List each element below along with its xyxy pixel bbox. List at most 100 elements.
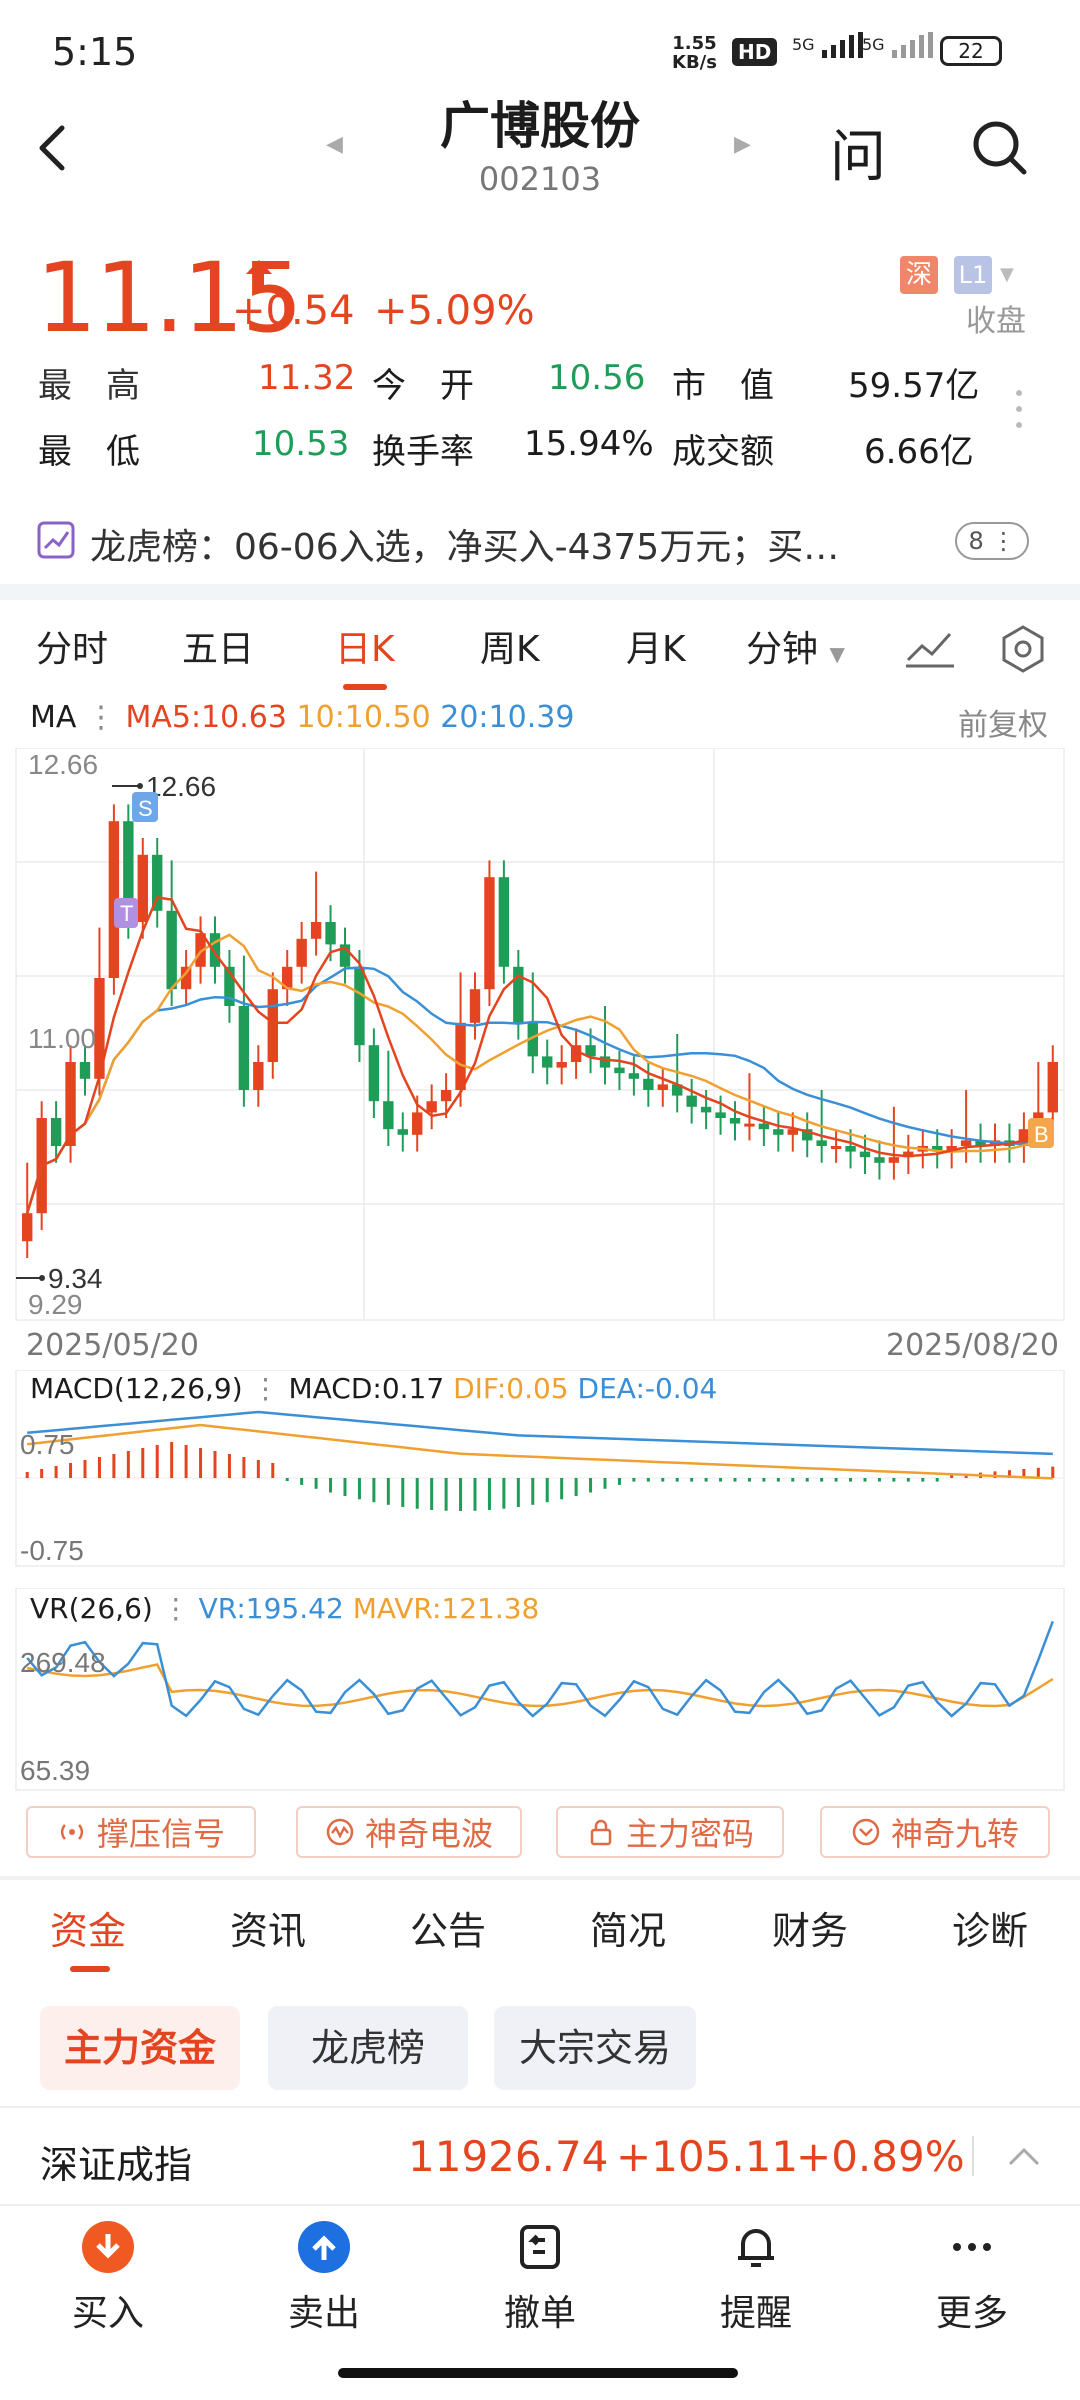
vr-value: VR:195.42 — [198, 1592, 344, 1625]
macd-bar — [863, 1478, 867, 1482]
market-status: 收盘 — [966, 304, 1026, 339]
ma-legend[interactable]: MA ⋮ MA5:10.63 10:10.50 20:10.39 — [30, 700, 574, 735]
candle-body — [484, 877, 495, 990]
stock-name: 广博股份 — [440, 97, 640, 155]
chip-block-trade[interactable]: 大宗交易 — [494, 2006, 696, 2090]
chip-main-funds[interactable]: 主力资金 — [40, 2006, 240, 2090]
macd-bar — [791, 1478, 795, 1482]
tab-announcements[interactable]: 公告 — [410, 1900, 486, 1955]
max-marker: 12.66 — [112, 771, 216, 802]
tab-intraday[interactable]: 分时 — [36, 620, 108, 672]
macd-bar — [545, 1478, 549, 1503]
tab-diagnosis[interactable]: 诊断 — [952, 1900, 1028, 1955]
stat-amount: 6.66亿 — [864, 432, 974, 472]
y-label-top: 12.66 — [28, 749, 98, 780]
min-marker-label: 9.34 — [48, 1263, 103, 1294]
chevron-up-icon[interactable] — [1004, 2142, 1044, 2172]
buy-button[interactable]: 买入 — [38, 2220, 178, 2336]
chip-dragon-tiger[interactable]: 龙虎榜 — [268, 2006, 468, 2090]
macd-bar — [935, 1478, 939, 1482]
macd-legend[interactable]: MACD(12,26,9) ⋮ MACD:0.17 DIF:0.05 DEA:-… — [30, 1372, 717, 1405]
candle-body — [960, 1140, 972, 1146]
magic-nine-button[interactable]: 神奇九转 — [820, 1806, 1050, 1858]
sell-button[interactable]: 卖出 — [254, 2220, 394, 2336]
more-stats-icon[interactable] — [1016, 390, 1024, 438]
macd-bar — [646, 1478, 650, 1482]
macd-bar — [473, 1478, 477, 1511]
macd-bar — [877, 1478, 881, 1482]
support-pressure-signal-button[interactable]: 撑压信号 — [26, 1806, 256, 1858]
dragon-tiger-count-value: 8 — [968, 527, 984, 555]
macd-bar — [155, 1445, 159, 1478]
stat-mktcap: 59.57亿 — [848, 366, 980, 406]
candle-body — [643, 1078, 654, 1090]
adjust-mode-button[interactable]: 前复权 — [958, 700, 1048, 744]
macd-y-top: 0.75 — [20, 1429, 75, 1460]
indicator-label: 神奇电波 — [364, 1815, 493, 1853]
tab-financials[interactable]: 财务 — [772, 1900, 848, 1955]
indicator-label: 主力密码 — [625, 1815, 754, 1853]
divider — [972, 2136, 974, 2176]
macd-bar — [40, 1469, 44, 1478]
kline-chart[interactable]: 12.66 11.00 9.29 12.66 9.34 S T B — [14, 748, 1066, 1324]
stat-open-label: 今 开 — [372, 366, 474, 406]
macd-bar — [54, 1466, 58, 1478]
macd-bar — [256, 1460, 260, 1478]
macd-bar — [516, 1478, 520, 1507]
candle-body — [397, 1129, 408, 1135]
level-badge[interactable]: L1 — [954, 256, 992, 294]
signal-icon-2: 5G — [862, 32, 934, 58]
price-change: +0.54 — [232, 288, 355, 334]
candle-body — [440, 1090, 452, 1102]
macd-bar — [300, 1478, 304, 1485]
candle-body — [773, 1129, 784, 1135]
draw-line-icon[interactable] — [904, 624, 956, 670]
tab-profile[interactable]: 简况 — [590, 1900, 666, 1955]
tab-monthly-k[interactable]: 月K — [626, 620, 686, 672]
macd-bar — [690, 1478, 694, 1482]
tab-minute[interactable]: 分钟 ▼ — [746, 620, 845, 672]
chart-settings-icon[interactable] — [998, 624, 1048, 674]
tab-weekly-k[interactable]: 周K — [480, 620, 540, 672]
alert-button[interactable]: 提醒 — [686, 2220, 826, 2336]
search-icon[interactable] — [970, 118, 1030, 178]
trend-chart-icon — [37, 521, 75, 559]
magic-wave-button[interactable]: 神奇电波 — [296, 1806, 522, 1858]
vr-legend[interactable]: VR(26,6) ⋮ VR:195.42 MAVR:121.38 — [30, 1592, 539, 1625]
index-pct: +0.89% — [796, 2132, 965, 2181]
indicator-label: 撑压信号 — [96, 1815, 225, 1853]
level-dropdown-icon[interactable]: ▼ — [1000, 264, 1014, 285]
tab-five-day[interactable]: 五日 — [182, 620, 254, 672]
dragon-tiger-banner[interactable]: 龙虎榜：06-06入选，净买入-4375万元；买… 8 ⋮ — [0, 510, 1080, 580]
candle-body — [368, 1045, 380, 1102]
next-stock-arrow-icon[interactable]: ▶ — [734, 132, 751, 157]
main-force-code-button[interactable]: 主力密码 — [556, 1806, 784, 1858]
candle-body — [657, 1084, 668, 1090]
candle-body — [859, 1151, 871, 1158]
home-indicator[interactable] — [338, 2368, 738, 2378]
signal-bars-icon — [891, 32, 933, 58]
ma5-value: MA5:10.63 — [125, 700, 287, 735]
dragon-tiger-count[interactable]: 8 ⋮ — [955, 522, 1029, 560]
macd-bar — [343, 1478, 347, 1496]
signal-label: 5G — [792, 35, 815, 54]
macd-bar — [329, 1478, 333, 1493]
tab-daily-k[interactable]: 日K — [335, 620, 395, 672]
candle-body — [79, 1062, 91, 1079]
stat-mktcap-label: 市 值 — [672, 366, 774, 406]
index-ticker[interactable]: 深证成指 11926.74 +105.11 +0.89% — [0, 2120, 1080, 2200]
macd-bar — [733, 1478, 737, 1482]
wave-icon — [326, 1818, 354, 1846]
tab-funds[interactable]: 资金 — [50, 1900, 126, 1955]
candle-body — [729, 1118, 741, 1124]
buy-label: 买入 — [71, 2293, 144, 2334]
ask-button[interactable]: 问 — [830, 112, 886, 193]
cancel-order-button[interactable]: 撤单 — [470, 2220, 610, 2336]
more-button[interactable]: 更多 — [902, 2220, 1042, 2336]
macd-bar — [834, 1478, 838, 1482]
tab-news[interactable]: 资讯 — [230, 1900, 306, 1955]
macd-bar — [487, 1478, 491, 1510]
t-flag: T — [114, 898, 138, 928]
candle-body — [686, 1095, 697, 1107]
dragon-tiger-text: 龙虎榜：06-06入选，净买入-4375万元；买… — [90, 527, 840, 568]
